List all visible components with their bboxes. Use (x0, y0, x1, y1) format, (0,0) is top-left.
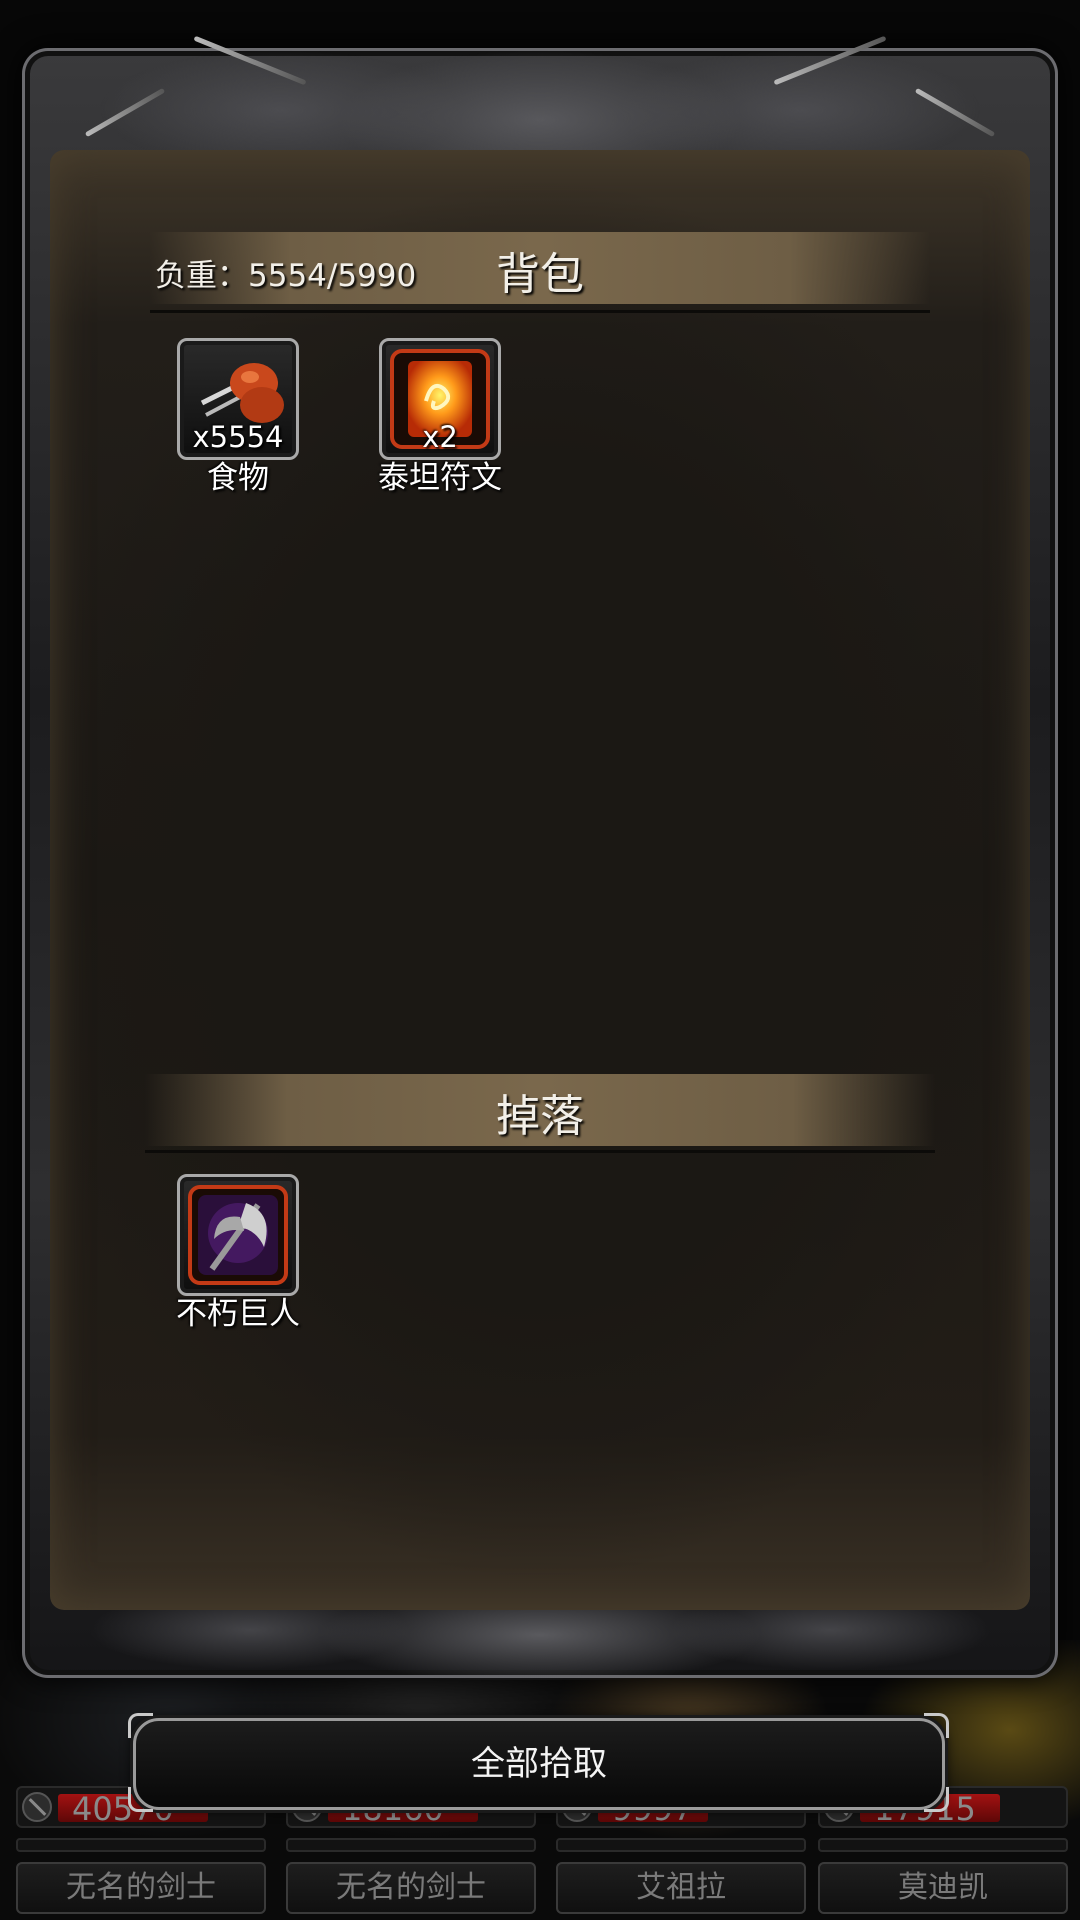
mp-bar (16, 1838, 266, 1852)
item-slot: x2 (379, 338, 501, 460)
item-slot (177, 1174, 299, 1296)
button-corner-ornament (128, 1787, 153, 1812)
purple-axe-icon (198, 1195, 278, 1275)
item-quantity: x2 (422, 420, 458, 454)
member-name: 艾祖拉 (556, 1862, 806, 1914)
button-corner-ornament (924, 1787, 949, 1812)
divider (145, 1150, 935, 1153)
member-name: 无名的剑士 (286, 1862, 536, 1914)
pickup-all-button[interactable]: 全部拾取 (133, 1718, 945, 1810)
mp-bar (818, 1838, 1068, 1852)
button-corner-ornament (924, 1713, 949, 1738)
divider (150, 310, 930, 313)
mp-bar (286, 1838, 536, 1852)
button-corner-ornament (128, 1713, 153, 1738)
sword-icon (22, 1792, 52, 1822)
backpack-title: 背包 (496, 249, 584, 300)
drops-title: 掉落 (496, 1091, 584, 1142)
inventory-item-food[interactable]: x5554 食物 (168, 338, 308, 497)
inventory-item-titan-rune[interactable]: x2 泰坦符文 (370, 338, 510, 497)
member-name: 无名的剑士 (16, 1862, 266, 1914)
mp-bar (556, 1838, 806, 1852)
drop-item-immortal-titan[interactable]: 不朽巨人 (168, 1174, 308, 1333)
weight-label: 负重：5554/5990 (155, 258, 417, 294)
member-name: 莫迪凯 (818, 1862, 1068, 1914)
item-quantity: x5554 (192, 420, 284, 454)
item-slot: x5554 (177, 338, 299, 460)
